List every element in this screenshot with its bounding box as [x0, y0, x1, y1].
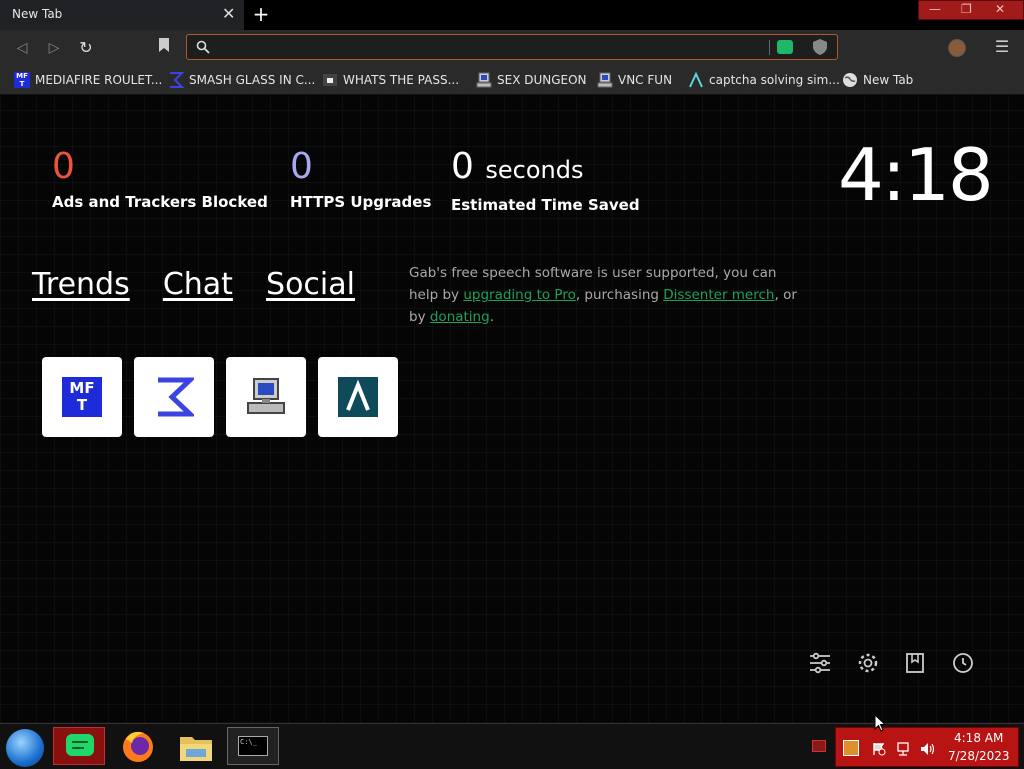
taskbar-command-prompt[interactable]: C:\_: [227, 727, 279, 765]
taskbar-firefox[interactable]: [112, 727, 164, 765]
stat-label: Estimated Time Saved: [451, 196, 640, 214]
avatar[interactable]: [948, 39, 966, 57]
sigma-icon: [158, 377, 194, 417]
gab-support-message: Gab's free speech software is user suppo…: [409, 262, 809, 328]
tray-date[interactable]: 7/28/2023: [948, 749, 1010, 763]
customize-sliders-icon[interactable]: [808, 651, 832, 675]
settings-gear-icon[interactable]: [856, 651, 880, 675]
tab-title: New Tab: [12, 7, 63, 21]
stat-unit: seconds: [485, 156, 584, 184]
terminal-icon: C:\_: [238, 736, 268, 756]
terminal-label: C:\_: [240, 738, 257, 746]
sigma-icon: [168, 72, 185, 88]
bookmark-smash-glass[interactable]: SMASH GLASS IN C...: [168, 72, 315, 88]
stat-value: 0: [290, 146, 313, 187]
new-tab-page: 0 Ads and Trackers Blocked 0 HTTPS Upgra…: [0, 95, 1024, 723]
taskbar: C:\_ 4:18 AM 7/28/2023: [0, 723, 1024, 769]
tab-new-tab[interactable]: New Tab ✕: [0, 0, 244, 30]
message-text: .: [489, 309, 494, 325]
bookmarks-icon[interactable]: [903, 651, 927, 675]
stat-label: HTTPS Upgrades: [290, 193, 432, 211]
address-input[interactable]: [215, 37, 759, 59]
close-window-button[interactable]: ✕: [995, 2, 1005, 16]
dissenter-merch-link[interactable]: Dissenter merch: [663, 287, 774, 303]
stat-value: 0: [52, 146, 75, 187]
bookmark-label: captcha solving sim...: [709, 73, 840, 87]
chat-bubble-icon: [66, 734, 94, 756]
password-icon: [322, 72, 338, 88]
new-tab-button[interactable]: +: [250, 4, 272, 26]
bookmarks-bar: MF T MEDIAFIRE ROULET... SMASH GLASS IN C.…: [0, 66, 1024, 95]
social-link[interactable]: Social: [266, 267, 355, 302]
trends-link[interactable]: Trends: [32, 267, 130, 302]
bookmark-label: SEX DUNGEON: [497, 73, 587, 87]
window-controls: — ❐ ✕: [918, 0, 1024, 20]
message-text: , purchasing: [575, 287, 664, 303]
tray-app-icon[interactable]: [843, 740, 859, 756]
action-center-flag-icon[interactable]: [872, 741, 886, 756]
system-tray: 4:18 AM 7/28/2023: [835, 727, 1019, 767]
tab-strip: New Tab ✕ + — ❐ ✕: [0, 0, 1024, 30]
top-site-mediafire-roulette[interactable]: MF T: [42, 357, 122, 437]
bookmark-label: SMASH GLASS IN C...: [189, 73, 316, 87]
divider: [769, 40, 770, 55]
restore-button[interactable]: ❐: [961, 2, 972, 16]
bookmark-label: MEDIAFIRE ROULET...: [35, 73, 163, 87]
stat-label: Ads and Trackers Blocked: [52, 193, 268, 211]
bookmark-icon: [159, 38, 169, 52]
hamburger-menu-icon[interactable]: ☰: [994, 37, 1010, 56]
top-site-captcha[interactable]: [318, 357, 398, 437]
vnc-computer-icon: [597, 72, 613, 88]
globe-icon: [842, 72, 858, 88]
mouse-cursor-icon: [874, 714, 886, 732]
bookmark-label: WHATS THE PASS...: [343, 73, 460, 87]
gab-nav-links: Trends Chat Social: [32, 267, 383, 302]
firefox-icon: [123, 731, 153, 762]
folder-icon: [180, 737, 212, 761]
mft-icon: MF T: [14, 72, 30, 88]
search-icon: [196, 40, 210, 54]
network-icon[interactable]: [896, 741, 910, 756]
bookmark-captcha-solving[interactable]: captcha solving sim...: [688, 71, 840, 88]
stat-https-upgrades: 0 HTTPS Upgrades: [290, 146, 432, 212]
bookmark-mediafire-roulette[interactable]: MF T MEDIAFIRE ROULET...: [14, 72, 162, 88]
lambda-icon: [688, 71, 704, 88]
bookmark-label: VNC FUN: [618, 73, 673, 87]
stat-ads-blocked: 0 Ads and Trackers Blocked: [52, 146, 268, 212]
history-icon[interactable]: [951, 651, 975, 675]
bookmark-whats-the-pass[interactable]: WHATS THE PASS...: [322, 72, 459, 88]
minimize-button[interactable]: —: [929, 2, 941, 16]
address-bar[interactable]: [186, 34, 838, 60]
bookmark-new-tab[interactable]: New Tab: [842, 72, 913, 88]
tray-time[interactable]: 4:18 AM: [954, 731, 1003, 745]
shield-icon[interactable]: [813, 39, 827, 55]
lambda-icon: [338, 377, 378, 417]
bookmark-page-button[interactable]: [154, 38, 174, 58]
donating-link[interactable]: donating: [430, 309, 490, 325]
chat-link[interactable]: Chat: [163, 267, 233, 302]
stat-value: 0: [451, 146, 474, 187]
top-site-vnc[interactable]: [226, 357, 306, 437]
bookmark-label: New Tab: [863, 73, 914, 87]
gab-comments-icon[interactable]: [777, 40, 793, 54]
close-tab-icon[interactable]: ✕: [222, 4, 235, 24]
forward-button[interactable]: ▷: [44, 38, 64, 58]
start-button[interactable]: [6, 729, 44, 767]
volume-icon[interactable]: [920, 741, 936, 755]
bookmark-sex-dungeon[interactable]: SEX DUNGEON: [476, 72, 587, 88]
clock: 4:18: [838, 133, 994, 217]
vnc-computer-icon: [247, 378, 285, 414]
mft-icon: MF T: [62, 377, 102, 417]
bookmark-vnc-fun[interactable]: VNC FUN: [597, 72, 672, 88]
reload-button[interactable]: ↻: [76, 38, 96, 58]
upgrade-pro-link[interactable]: upgrading to Pro: [463, 287, 576, 303]
taskbar-gab-chat[interactable]: [53, 727, 105, 765]
stat-time-saved: 0 seconds Estimated Time Saved: [451, 146, 640, 215]
browser-toolbar: ◁ ▷ ↻ ☰: [0, 30, 1024, 66]
top-site-smash-glass[interactable]: [134, 357, 214, 437]
back-button[interactable]: ◁: [12, 38, 32, 58]
vnc-computer-icon: [476, 72, 492, 88]
taskbar-file-explorer[interactable]: [170, 727, 222, 765]
tray-overflow-icon[interactable]: [812, 740, 826, 752]
